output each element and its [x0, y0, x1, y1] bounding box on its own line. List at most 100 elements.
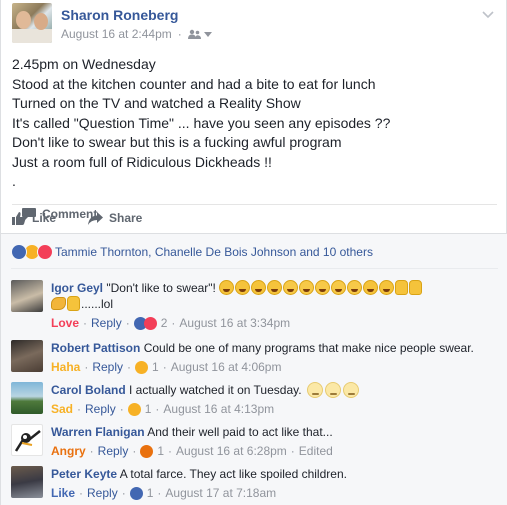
post-meta: August 16 at 2:44pm ·: [61, 27, 212, 41]
commenter-name[interactable]: Carol Boland: [51, 383, 126, 397]
rofl-emoji-icon: [331, 280, 347, 295]
rofl-emoji-icon: [299, 280, 315, 295]
commenter-name[interactable]: Peter Keyte: [51, 467, 117, 481]
comment-time[interactable]: August 16 at 3:34pm: [179, 315, 290, 331]
comment-item: Robert Pattison Could be one of many pro…: [11, 340, 501, 376]
reaction-link[interactable]: Love: [51, 315, 79, 331]
comment-icon: [22, 207, 36, 220]
commenter-name[interactable]: Robert Pattison: [51, 341, 140, 355]
comment-item: Peter Keyte A total farce. They act like…: [11, 466, 501, 502]
post-line: Turned on the TV and watched a Reality S…: [12, 95, 301, 111]
comment-label: Comment: [42, 207, 98, 221]
caret-down-icon: [203, 31, 212, 37]
love-icon: [143, 316, 157, 330]
cartoon-avatar-icon: [14, 430, 41, 452]
reply-link[interactable]: Reply: [87, 485, 118, 501]
comment-text: A total farce. They act like spoiled chi…: [119, 467, 347, 481]
reaction-icons: [11, 244, 53, 260]
commenter-name[interactable]: Warren Flanigan: [51, 425, 145, 439]
reactions-text: Tammie Thornton, Chanelle De Bois Johnso…: [55, 245, 373, 259]
comment-time[interactable]: August 17 at 7:18am: [165, 485, 276, 501]
sad-icon[interactable]: [127, 402, 141, 416]
comment-time[interactable]: August 16 at 4:06pm: [171, 359, 282, 375]
face-emoji-icon: [324, 382, 341, 398]
audience-selector[interactable]: [187, 29, 212, 39]
reply-link[interactable]: Reply: [85, 401, 116, 417]
commenter-avatar[interactable]: [11, 424, 43, 456]
reaction-link[interactable]: Angry: [51, 443, 86, 459]
post-line: 2.45pm on Wednesday: [12, 56, 156, 72]
actions-divider: [12, 204, 497, 205]
commenter-avatar[interactable]: [11, 340, 43, 372]
reaction-link[interactable]: Sad: [51, 401, 73, 417]
reaction-count: 2: [160, 316, 168, 330]
comment-footer: Haha · Reply · 1 · August 16 at 4:06pm: [51, 359, 282, 375]
angry-icon[interactable]: [140, 444, 154, 458]
laughing-emoji-icon: [267, 280, 283, 295]
face-emoji-icon: [306, 382, 323, 398]
reaction-count: 1: [144, 402, 152, 416]
comment-time[interactable]: August 16 at 4:13pm: [163, 401, 274, 417]
comment-body: Carol Boland I actually watched it on Tu…: [51, 382, 496, 417]
wink-emoji-icon: [363, 280, 379, 295]
edited-label[interactable]: Edited: [299, 443, 333, 459]
reaction-count: 1: [146, 486, 154, 500]
post-line: It's called "Question Time" ... have you…: [12, 114, 391, 131]
comment-item: Carol Boland I actually watched it on Tu…: [11, 382, 501, 418]
chevron-down-icon[interactable]: [482, 8, 494, 20]
commenter-name[interactable]: Igor Geyl: [51, 281, 103, 295]
comment-item: Igor Geyl "Don't like to swear"! ......l…: [11, 280, 501, 332]
reply-link[interactable]: Reply: [91, 315, 122, 331]
love-icon: [37, 244, 53, 260]
like-icon[interactable]: [129, 486, 143, 500]
commenter-avatar[interactable]: [11, 382, 43, 414]
comment-body: Peter Keyte A total farce. They act like…: [51, 466, 496, 501]
comment-footer: Love · Reply · 2 · August 16 at 3:34pm: [51, 315, 291, 331]
comment-body: Igor Geyl "Don't like to swear"! ......l…: [51, 280, 496, 331]
post-date[interactable]: August 16 at 2:44pm: [61, 27, 172, 41]
reactions-summary[interactable]: Tammie Thornton, Chanelle De Bois Johnso…: [11, 244, 373, 260]
meta-separator: ·: [177, 27, 182, 41]
comments-section: Tammie Thornton, Chanelle De Bois Johnso…: [1, 233, 507, 505]
rofl-emoji-icon: [347, 280, 363, 295]
reaction-link[interactable]: Haha: [51, 359, 80, 375]
laughing-emoji-icon: [219, 280, 235, 295]
reply-link[interactable]: Reply: [92, 359, 123, 375]
friends-icon: [187, 29, 201, 39]
reply-link[interactable]: Reply: [98, 443, 129, 459]
haha-icon[interactable]: [135, 360, 149, 374]
ok-hand-emoji-icon: [409, 280, 423, 295]
divider: [11, 268, 498, 269]
comment-footer: Like · Reply · 1 · August 17 at 7:18am: [51, 485, 277, 501]
reaction-count-icons[interactable]: [133, 316, 157, 330]
muscle-emoji-icon: [51, 297, 66, 310]
comment-text: Could be one of many programs that make …: [143, 341, 474, 355]
comment-button[interactable]: Comment: [22, 207, 132, 221]
comment-text-2: ......lol: [81, 297, 114, 311]
laughing-emoji-icons: [219, 280, 423, 295]
comment-footer: Angry · Reply · 1 · August 16 at 6:28pm …: [51, 443, 333, 459]
comment-text: And their well paid to act like that...: [147, 425, 333, 439]
comment-body: Robert Pattison Could be one of many pro…: [51, 340, 496, 375]
author-avatar[interactable]: [12, 3, 52, 43]
commenter-avatar[interactable]: [11, 466, 43, 498]
commenter-avatar[interactable]: [11, 280, 43, 312]
reaction-count: 1: [152, 360, 159, 374]
post-actions: Like Comment Share: [12, 207, 168, 229]
clap-emoji-icon: [67, 296, 80, 311]
comment-text: "Don't like to swear"!: [106, 281, 216, 295]
comment-time[interactable]: August 16 at 6:28pm: [176, 443, 287, 459]
thumbs-up-emoji-icon: [395, 280, 409, 295]
face-emoji-icon: [342, 382, 359, 398]
tongue-emoji-icon: [379, 280, 395, 295]
like-icon: [11, 244, 27, 260]
reaction-link[interactable]: Like: [51, 485, 75, 501]
post-line: Just a room full of Ridiculous Dickheads…: [12, 153, 272, 170]
comment-body: Warren Flanigan And their well paid to a…: [51, 424, 496, 459]
laughing-emoji-icon: [235, 280, 251, 295]
post-line: Stood at the kitchen counter and had a b…: [12, 75, 376, 92]
post-author[interactable]: Sharon Roneberg: [61, 7, 178, 23]
comment-item: Warren Flanigan And their well paid to a…: [11, 424, 501, 460]
rofl-emoji-icon: [315, 280, 331, 295]
post-line: Don't like to swear but this is a fuckin…: [12, 134, 342, 150]
